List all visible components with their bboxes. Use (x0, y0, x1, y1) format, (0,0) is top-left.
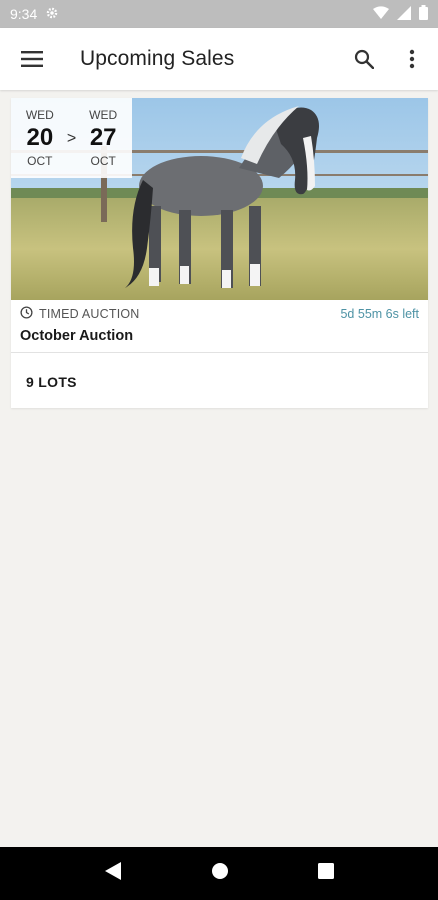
sale-type-label: TIMED AUCTION (39, 307, 140, 321)
sale-type: TIMED AUCTION (20, 306, 140, 322)
lots-count[interactable]: 9 LOTS (26, 374, 77, 390)
start-date: WED 20 OCT (17, 108, 63, 168)
clock-icon (20, 306, 33, 322)
recents-icon[interactable] (317, 863, 334, 884)
sale-title: October Auction (20, 328, 134, 344)
page-title: Upcoming Sales (80, 47, 235, 70)
end-month: OCT (90, 154, 116, 168)
status-time: 9:34 (10, 6, 38, 22)
sale-date-range: WED 20 OCT > WED 27 OCT (11, 98, 132, 178)
sale-meta: TIMED AUCTION 5d 55m 6s left (11, 303, 428, 325)
nav-bar (0, 847, 438, 900)
start-weekday: WED (25, 108, 54, 122)
horse-photo: WED 20 OCT > WED 27 OCT (11, 98, 428, 300)
countdown: 5d 55m 6s left (340, 307, 419, 321)
settings-icon (45, 6, 59, 23)
home-icon[interactable] (211, 862, 229, 885)
start-day: 20 (26, 124, 54, 151)
start-month: OCT (27, 154, 53, 168)
status-right (373, 5, 428, 23)
search-icon[interactable] (340, 31, 388, 87)
app-bar: Upcoming Sales (0, 28, 438, 90)
menu-icon[interactable] (4, 31, 60, 87)
status-left: 9:34 (10, 6, 59, 23)
battery-icon (419, 5, 428, 23)
signal-icon (397, 5, 411, 23)
end-date: WED 27 OCT (80, 108, 126, 168)
more-vert-icon[interactable] (388, 31, 436, 87)
wifi-icon (373, 5, 389, 23)
status-bar: 9:34 (0, 0, 438, 28)
end-weekday: WED (89, 108, 118, 122)
divider (11, 352, 428, 353)
sale-card[interactable]: WED 20 OCT > WED 27 OCT TIMED AUCTION 5d… (11, 98, 428, 408)
end-day: 27 (89, 124, 117, 151)
back-icon[interactable] (104, 861, 122, 886)
app-actions (340, 31, 436, 87)
date-separator: > (66, 130, 77, 147)
